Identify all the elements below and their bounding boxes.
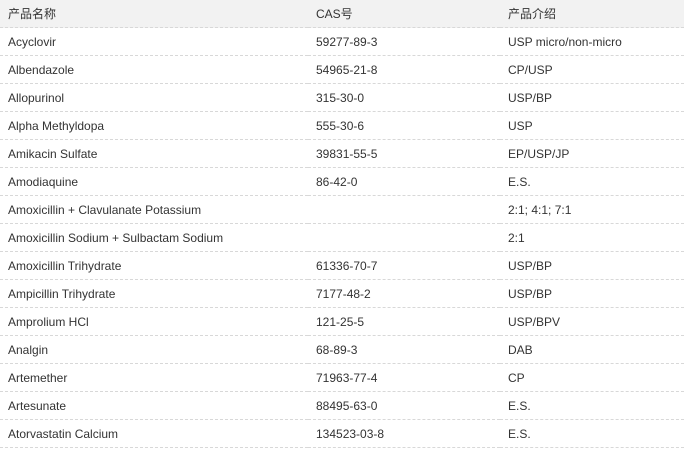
product-name-cell: Allopurinol <box>0 83 308 112</box>
header-cas-number: CAS号 <box>308 0 500 28</box>
cas-number-cell: 68-89-3 <box>308 335 500 364</box>
product-description-cell: E.S. <box>500 419 684 448</box>
product-description-cell: 2:1 <box>500 223 684 252</box>
header-product-name: 产品名称 <box>0 0 308 28</box>
table-row: Analgin 68-89-3 DAB <box>0 335 684 364</box>
cas-number-cell: 71963-77-4 <box>308 363 500 392</box>
product-description-cell: USP/BP <box>500 251 684 280</box>
product-name-cell: Amoxicillin Sodium + Sulbactam Sodium <box>0 223 308 252</box>
table-row: Alpha Methyldopa 555-30-6 USP <box>0 111 684 140</box>
cas-number-cell <box>308 223 500 252</box>
product-table: 产品名称 CAS号 产品介绍 Acyclovir 59277-89-3 USP … <box>0 0 684 448</box>
cas-number-cell: 555-30-6 <box>308 111 500 140</box>
product-description-cell: 2:1; 4:1; 7:1 <box>500 195 684 224</box>
cas-number-cell: 61336-70-7 <box>308 251 500 280</box>
table-row: Artesunate 88495-63-0 E.S. <box>0 391 684 420</box>
product-description-cell: USP micro/non-micro <box>500 27 684 56</box>
header-product-description: 产品介绍 <box>500 0 684 28</box>
product-name-cell: Atorvastatin Calcium <box>0 419 308 448</box>
table-row: Atorvastatin Calcium 134523-03-8 E.S. <box>0 419 684 448</box>
cas-number-cell: 86-42-0 <box>308 167 500 196</box>
product-description-cell: CP/USP <box>500 55 684 84</box>
product-description-cell: USP/BP <box>500 279 684 308</box>
cas-number-cell <box>308 195 500 224</box>
table-body: Acyclovir 59277-89-3 USP micro/non-micro… <box>0 27 684 448</box>
product-description-cell: E.S. <box>500 391 684 420</box>
product-name-cell: Amodiaquine <box>0 167 308 196</box>
table-row: Allopurinol 315-30-0 USP/BP <box>0 83 684 112</box>
product-name-cell: Amoxicillin + Clavulanate Potassium <box>0 195 308 224</box>
table-header-row: 产品名称 CAS号 产品介绍 <box>0 0 684 28</box>
product-description-cell: USP/BP <box>500 83 684 112</box>
product-description-cell: CP <box>500 363 684 392</box>
cas-number-cell: 88495-63-0 <box>308 391 500 420</box>
cas-number-cell: 134523-03-8 <box>308 419 500 448</box>
product-name-cell: Alpha Methyldopa <box>0 111 308 140</box>
product-name-cell: Analgin <box>0 335 308 364</box>
table-row: Amoxicillin Trihydrate 61336-70-7 USP/BP <box>0 251 684 280</box>
product-description-cell: USP/BPV <box>500 307 684 336</box>
cas-number-cell: 121-25-5 <box>308 307 500 336</box>
cas-number-cell: 7177-48-2 <box>308 279 500 308</box>
cas-number-cell: 39831-55-5 <box>308 139 500 168</box>
table-row: Artemether 71963-77-4 CP <box>0 363 684 392</box>
table-row: Amoxicillin + Clavulanate Potassium 2:1;… <box>0 195 684 224</box>
product-name-cell: Amprolium HCl <box>0 307 308 336</box>
product-name-cell: Albendazole <box>0 55 308 84</box>
product-name-cell: Artemether <box>0 363 308 392</box>
product-name-cell: Ampicillin Trihydrate <box>0 279 308 308</box>
table-row: Amprolium HCl 121-25-5 USP/BPV <box>0 307 684 336</box>
product-name-cell: Amoxicillin Trihydrate <box>0 251 308 280</box>
table-row: Amikacin Sulfate 39831-55-5 EP/USP/JP <box>0 139 684 168</box>
product-name-cell: Amikacin Sulfate <box>0 139 308 168</box>
cas-number-cell: 315-30-0 <box>308 83 500 112</box>
table-row: Ampicillin Trihydrate 7177-48-2 USP/BP <box>0 279 684 308</box>
cas-number-cell: 59277-89-3 <box>308 27 500 56</box>
product-description-cell: DAB <box>500 335 684 364</box>
table-row: Amodiaquine 86-42-0 E.S. <box>0 167 684 196</box>
product-name-cell: Artesunate <box>0 391 308 420</box>
product-description-cell: USP <box>500 111 684 140</box>
table-row: Acyclovir 59277-89-3 USP micro/non-micro <box>0 27 684 56</box>
product-description-cell: EP/USP/JP <box>500 139 684 168</box>
cas-number-cell: 54965-21-8 <box>308 55 500 84</box>
product-name-cell: Acyclovir <box>0 27 308 56</box>
table-row: Amoxicillin Sodium + Sulbactam Sodium 2:… <box>0 223 684 252</box>
product-description-cell: E.S. <box>500 167 684 196</box>
table-row: Albendazole 54965-21-8 CP/USP <box>0 55 684 84</box>
